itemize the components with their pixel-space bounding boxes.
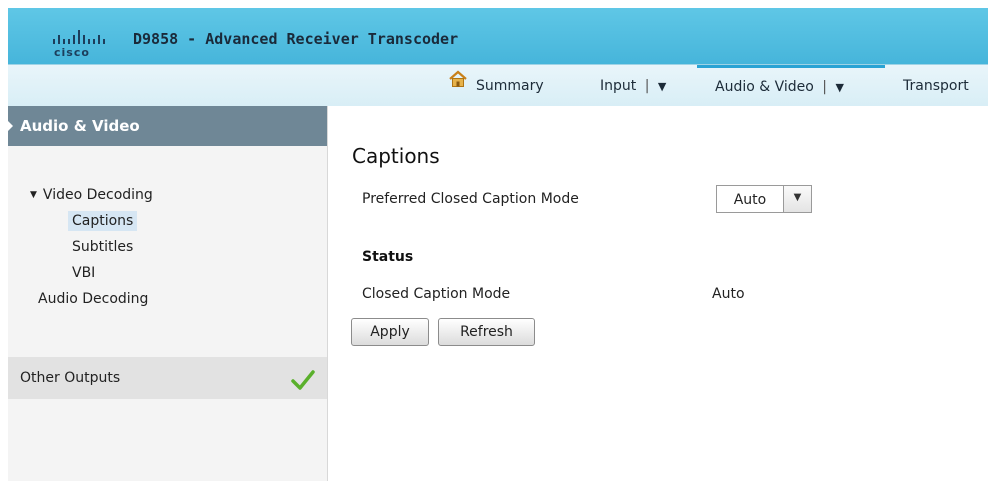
cisco-logo-bars [53, 30, 123, 44]
chevron-down-icon: ▼ [657, 80, 667, 93]
cisco-logo: cisco [53, 30, 123, 62]
sidebar-item-vbi[interactable]: VBI [30, 260, 327, 286]
sidebar-tree: ▼ Video Decoding Captions Subtitles VBI A… [8, 146, 327, 312]
logo-text: cisco [54, 46, 90, 59]
chevron-down-icon: ▼ [835, 81, 844, 94]
nav-audio-video[interactable]: Audio & Video | ▼ [697, 65, 885, 107]
chevron-down-icon[interactable]: ▼ [783, 186, 811, 212]
nav-input[interactable]: Input | ▼ [600, 65, 666, 107]
sidebar-item-label: Video Decoding [42, 187, 153, 203]
main-content: Captions Preferred Closed Caption Mode A… [350, 106, 988, 481]
preferred-cc-mode-label: Preferred Closed Caption Mode [362, 191, 579, 207]
nav-separator: | [822, 79, 828, 95]
nav-summary-label: Summary [476, 78, 544, 94]
nav-transport[interactable]: Transport [903, 65, 969, 107]
sidebar-item-label: Audio Decoding [38, 291, 149, 307]
sidebar-header: Audio & Video [7, 106, 327, 146]
nav-transport-label: Transport [903, 78, 969, 94]
cc-mode-value: Auto [712, 286, 745, 302]
cc-mode-label: Closed Caption Mode [362, 286, 511, 302]
sidebar-item-other-outputs[interactable]: Other Outputs [8, 357, 327, 399]
sidebar-item-captions[interactable]: Captions [30, 208, 327, 234]
refresh-button[interactable]: Refresh [438, 318, 535, 346]
sidebar-item-label: Captions [68, 211, 138, 231]
nav-audio-video-label: Audio & Video [715, 79, 814, 95]
page-title: Captions [352, 144, 440, 168]
expand-triangle-icon[interactable]: ▼ [30, 190, 37, 200]
top-nav: Summary Input | ▼ Audio & Video | ▼ Tran… [8, 64, 988, 106]
sidebar: Audio & Video ▼ Video Decoding Captions S… [7, 106, 328, 481]
app-header: cisco D9858 - Advanced Receiver Transcod… [8, 8, 988, 106]
sidebar-item-subtitles[interactable]: Subtitles [30, 234, 327, 260]
app-title: D9858 - Advanced Receiver Transcoder [133, 30, 459, 48]
home-icon [448, 63, 468, 105]
preferred-cc-mode-select[interactable]: Auto ▼ [716, 185, 812, 213]
status-heading: Status [362, 249, 414, 265]
sidebar-item-audio-decoding[interactable]: Audio Decoding [30, 286, 327, 312]
nav-summary[interactable]: Summary [448, 65, 544, 107]
sidebar-item-video-decoding[interactable]: ▼ Video Decoding [30, 182, 327, 208]
sidebar-item-label: Subtitles [72, 239, 134, 255]
select-value: Auto [733, 192, 767, 208]
sidebar-item-label: Other Outputs [20, 370, 121, 386]
nav-input-label: Input [600, 78, 637, 94]
checkmark-icon [291, 366, 315, 408]
nav-separator: | [644, 78, 650, 94]
sidebar-item-label: VBI [72, 265, 96, 281]
apply-button[interactable]: Apply [351, 318, 429, 346]
